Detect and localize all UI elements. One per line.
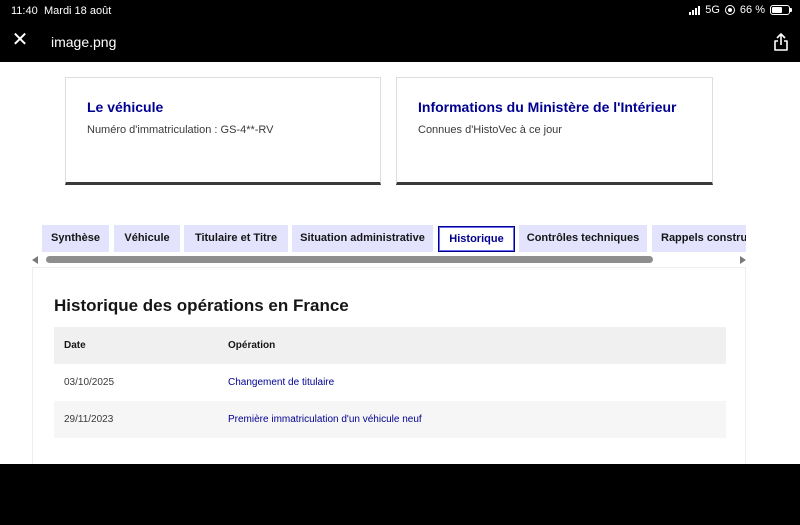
status-time: 11:40 [11,5,38,17]
history-panel: Historique des opérations en France Date… [32,267,746,464]
tabs-scrollbar[interactable] [32,255,746,265]
ministry-card-title: Informations du Ministère de l'Intérieur [418,99,677,115]
tab-titulaire[interactable]: Titulaire et Titre [184,225,288,252]
column-header-operation: Opération [228,340,276,351]
scroll-right-icon[interactable] [740,256,746,264]
tab-bar: Synthèse Véhicule Titulaire et Titre Sit… [42,225,746,252]
scroll-left-icon[interactable] [32,256,38,264]
tab-rappels[interactable]: Rappels construc [652,225,746,252]
ministry-card: Informations du Ministère de l'Intérieur… [396,77,713,185]
tab-synthese[interactable]: Synthèse [42,225,109,252]
image-viewport: Le véhicule Numéro d'immatriculation : G… [0,62,800,464]
close-icon[interactable]: ✕ [10,30,30,50]
table-row: 29/11/2023 Première immatriculation d'un… [54,401,726,438]
column-header-date: Date [64,340,86,351]
tab-vehicule[interactable]: Véhicule [114,225,180,252]
scrollbar-thumb[interactable] [46,256,653,263]
vehicle-card: Le véhicule Numéro d'immatriculation : G… [65,77,381,185]
ministry-card-subtitle: Connues d'HistoVec à ce jour [418,124,562,136]
vehicle-card-subtitle: Numéro d'immatriculation : GS-4**-RV [87,124,274,136]
location-icon [724,5,735,15]
row-operation[interactable]: Changement de titulaire [228,377,334,388]
section-title: Historique des opérations en France [54,296,349,315]
tab-historique[interactable]: Historique [438,226,515,252]
battery-label: 66 % [739,4,765,16]
signal-icon [689,5,701,15]
row-operation[interactable]: Première immatriculation d'un véhicule n… [228,414,422,425]
tab-situation[interactable]: Situation administrative [292,225,433,252]
row-date: 29/11/2023 [64,414,114,425]
history-table: Date Opération 03/10/2025 Changement de … [54,327,726,438]
share-icon[interactable] [772,32,790,52]
status-indicators: 5G 66 % [689,4,792,16]
tab-controles[interactable]: Contrôles techniques [519,225,647,252]
network-label: 5G [705,4,720,16]
battery-icon [770,5,792,15]
vehicle-card-title: Le véhicule [87,99,164,115]
table-row: 03/10/2025 Changement de titulaire [54,364,726,401]
status-bar: 11:40 Mardi 18 août 5G 66 % [0,0,800,22]
status-date: Mardi 18 août [44,5,112,17]
file-name: image.png [51,34,117,50]
row-date: 03/10/2025 [64,377,115,388]
table-header: Date Opération [54,327,726,364]
viewer-titlebar: ✕ image.png [0,22,800,62]
